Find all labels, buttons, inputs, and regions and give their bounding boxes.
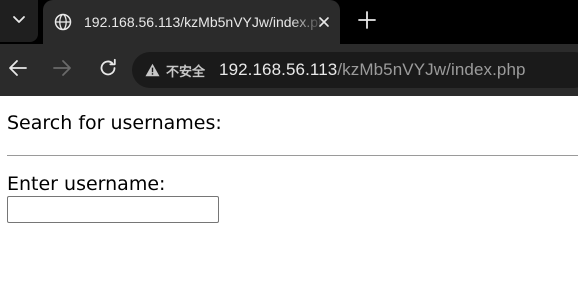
page-content: Search for usernames: Enter username: xyxy=(0,96,578,288)
warning-triangle-icon[interactable] xyxy=(144,62,160,78)
page-heading: Search for usernames: xyxy=(7,112,222,134)
new-tab-button[interactable] xyxy=(352,7,382,37)
chevron-down-icon xyxy=(11,11,27,32)
browser-toolbar: 不安全 192.168.56.113/kzMb5nVYJw/index.php xyxy=(0,44,578,96)
back-button[interactable] xyxy=(4,56,32,84)
reload-button[interactable] xyxy=(94,56,122,84)
tab-title: 192.168.56.113/kzMb5nVYJw/index.php xyxy=(84,14,324,30)
active-tab[interactable]: 192.168.56.113/kzMb5nVYJw/index.php xyxy=(43,0,340,44)
url-host: 192.168.56.113 xyxy=(219,60,338,79)
url-text[interactable]: 192.168.56.113/kzMb5nVYJw/index.php xyxy=(219,60,526,80)
username-input[interactable] xyxy=(7,196,219,223)
globe-icon xyxy=(53,12,73,32)
url-path: /kzMb5nVYJw/index.php xyxy=(337,60,526,79)
horizontal-divider xyxy=(7,155,578,156)
tab-search-button[interactable] xyxy=(0,0,38,42)
tab-strip: 192.168.56.113/kzMb5nVYJw/index.php xyxy=(0,0,578,44)
address-bar[interactable]: 不安全 192.168.56.113/kzMb5nVYJw/index.php xyxy=(132,52,578,88)
forward-button[interactable] xyxy=(48,56,76,84)
arrow-right-icon xyxy=(51,57,73,84)
username-label: Enter username: xyxy=(7,173,166,195)
security-status-label[interactable]: 不安全 xyxy=(166,61,205,80)
close-icon[interactable] xyxy=(314,12,334,32)
arrow-left-icon xyxy=(7,57,29,84)
reload-icon xyxy=(97,57,119,84)
plus-icon xyxy=(357,10,377,35)
